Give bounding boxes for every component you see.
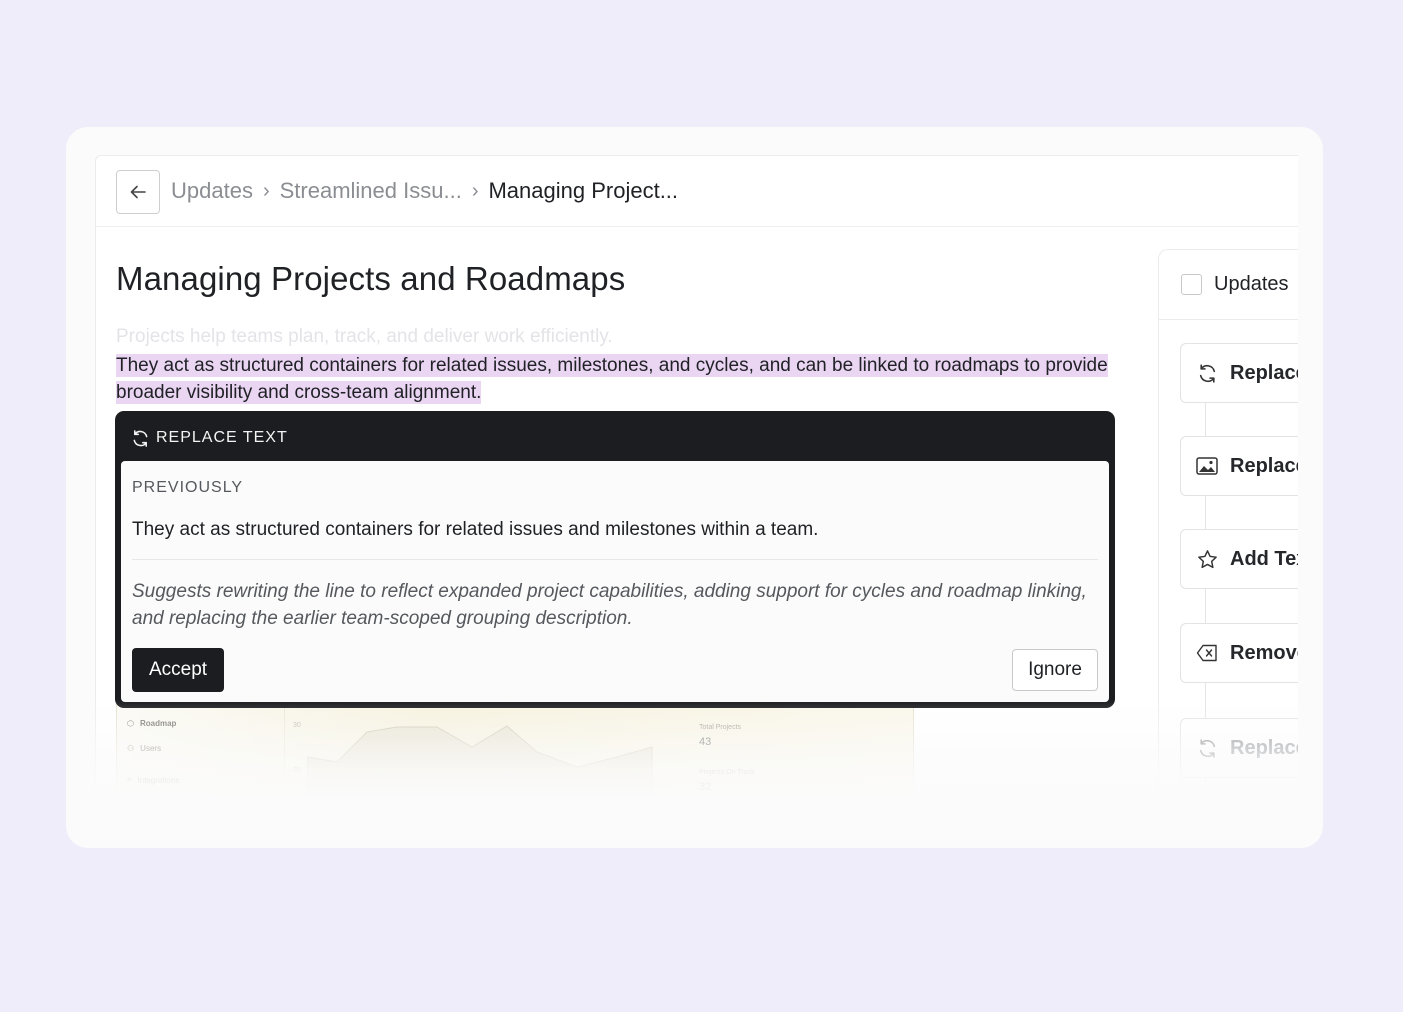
back-button[interactable] <box>116 170 160 214</box>
breadcrumb-item-current: Managing Project... <box>488 178 679 203</box>
thumbnail-stat-value: 43 <box>699 736 712 748</box>
image-icon <box>1196 455 1218 477</box>
faded-paragraph: Projects help teams plan, track, and del… <box>116 326 613 347</box>
accept-button[interactable]: Accept <box>132 648 224 692</box>
sidebar-item-replace[interactable]: Replace <box>1180 718 1298 778</box>
suggestion-text: Suggests rewriting the line to reflect e… <box>132 581 1087 629</box>
popup-header: REPLACE TEXT <box>120 416 1110 460</box>
breadcrumb-item-streamlined[interactable]: Streamlined Issu... <box>280 178 462 204</box>
refresh-icon <box>1196 737 1218 759</box>
page-title: Managing Projects and Roadmaps <box>116 260 626 297</box>
chevron-right-icon: › <box>471 179 479 202</box>
refresh-icon <box>133 429 148 447</box>
plug-icon: ⌗ <box>127 775 132 784</box>
breadcrumb-item-updates[interactable]: Updates <box>171 178 253 204</box>
updates-sidebar: Updates Replace Replace Add Tex Rem <box>1158 249 1298 795</box>
sidebar-item-remove[interactable]: Remove <box>1180 623 1298 683</box>
backspace-icon <box>1196 642 1218 664</box>
sidebar-title: Updates <box>1214 273 1289 295</box>
highlighted-paragraph[interactable]: They act as structured containers for re… <box>116 352 1116 406</box>
thumbnail-stat-value: 32 <box>699 781 712 793</box>
previously-label: PREVIOUSLY <box>132 479 244 496</box>
top-bar: Updates › Streamlined Issu... › Managing… <box>96 156 1298 227</box>
sidebar-item-replace-image[interactable]: Replace <box>1180 436 1298 496</box>
cube-icon: ⬡ <box>127 719 134 728</box>
sidebar-header: Updates <box>1159 250 1298 320</box>
replace-text-popup: REPLACE TEXT PREVIOUSLY They act as stru… <box>115 411 1115 708</box>
thumbnail-area-chart <box>307 725 653 795</box>
thumbnail-axis-label: 20 <box>293 767 301 774</box>
thumbnail-nav-item: ⚇ Users <box>127 744 162 753</box>
popup-body: PREVIOUSLY They act as structured contai… <box>121 461 1109 702</box>
sidebar-item-label: Replace <box>1230 736 1298 759</box>
previous-text: They act as structured containers for re… <box>132 519 819 540</box>
popup-title: REPLACE TEXT <box>156 429 288 446</box>
arrow-left-icon <box>130 185 146 199</box>
refresh-icon <box>1196 362 1218 384</box>
highlighted-text[interactable]: They act as structured containers for re… <box>116 354 1108 404</box>
user-icon: ⚇ <box>127 744 135 753</box>
divider <box>132 559 1098 560</box>
dashboard-thumbnail: ⬡ Roadmap ⚇ Users ⌗ Integrations 30 20 Tota… <box>116 701 914 795</box>
thumbnail-nav: ⬡ Roadmap ⚇ Users ⌗ Integrations <box>117 702 285 795</box>
star-icon <box>1196 548 1218 570</box>
thumbnail-nav-item: ⌗ Integrations <box>127 775 180 785</box>
sidebar-item-label: Replace <box>1230 361 1298 384</box>
thumbnail-stat-label: Projects On Track <box>699 769 755 776</box>
updates-checkbox[interactable] <box>1181 274 1202 295</box>
sidebar-item-add-text[interactable]: Add Tex <box>1180 529 1298 589</box>
breadcrumb: Updates › Streamlined Issu... › Managing… <box>171 178 678 204</box>
app-window: Updates › Streamlined Issu... › Managing… <box>95 155 1298 795</box>
sidebar-item-replace[interactable]: Replace <box>1180 343 1298 403</box>
sidebar-item-label: Remove <box>1230 641 1298 664</box>
thumbnail-stat-label: Total Projects <box>699 724 742 731</box>
thumbnail-nav-item: ⬡ Roadmap <box>127 719 177 728</box>
ignore-button[interactable]: Ignore <box>1012 649 1098 691</box>
chevron-right-icon: › <box>262 179 270 202</box>
sidebar-item-label: Replace <box>1230 454 1298 477</box>
sidebar-item-label: Add Tex <box>1230 547 1298 570</box>
thumbnail-axis-label: 30 <box>293 722 301 729</box>
